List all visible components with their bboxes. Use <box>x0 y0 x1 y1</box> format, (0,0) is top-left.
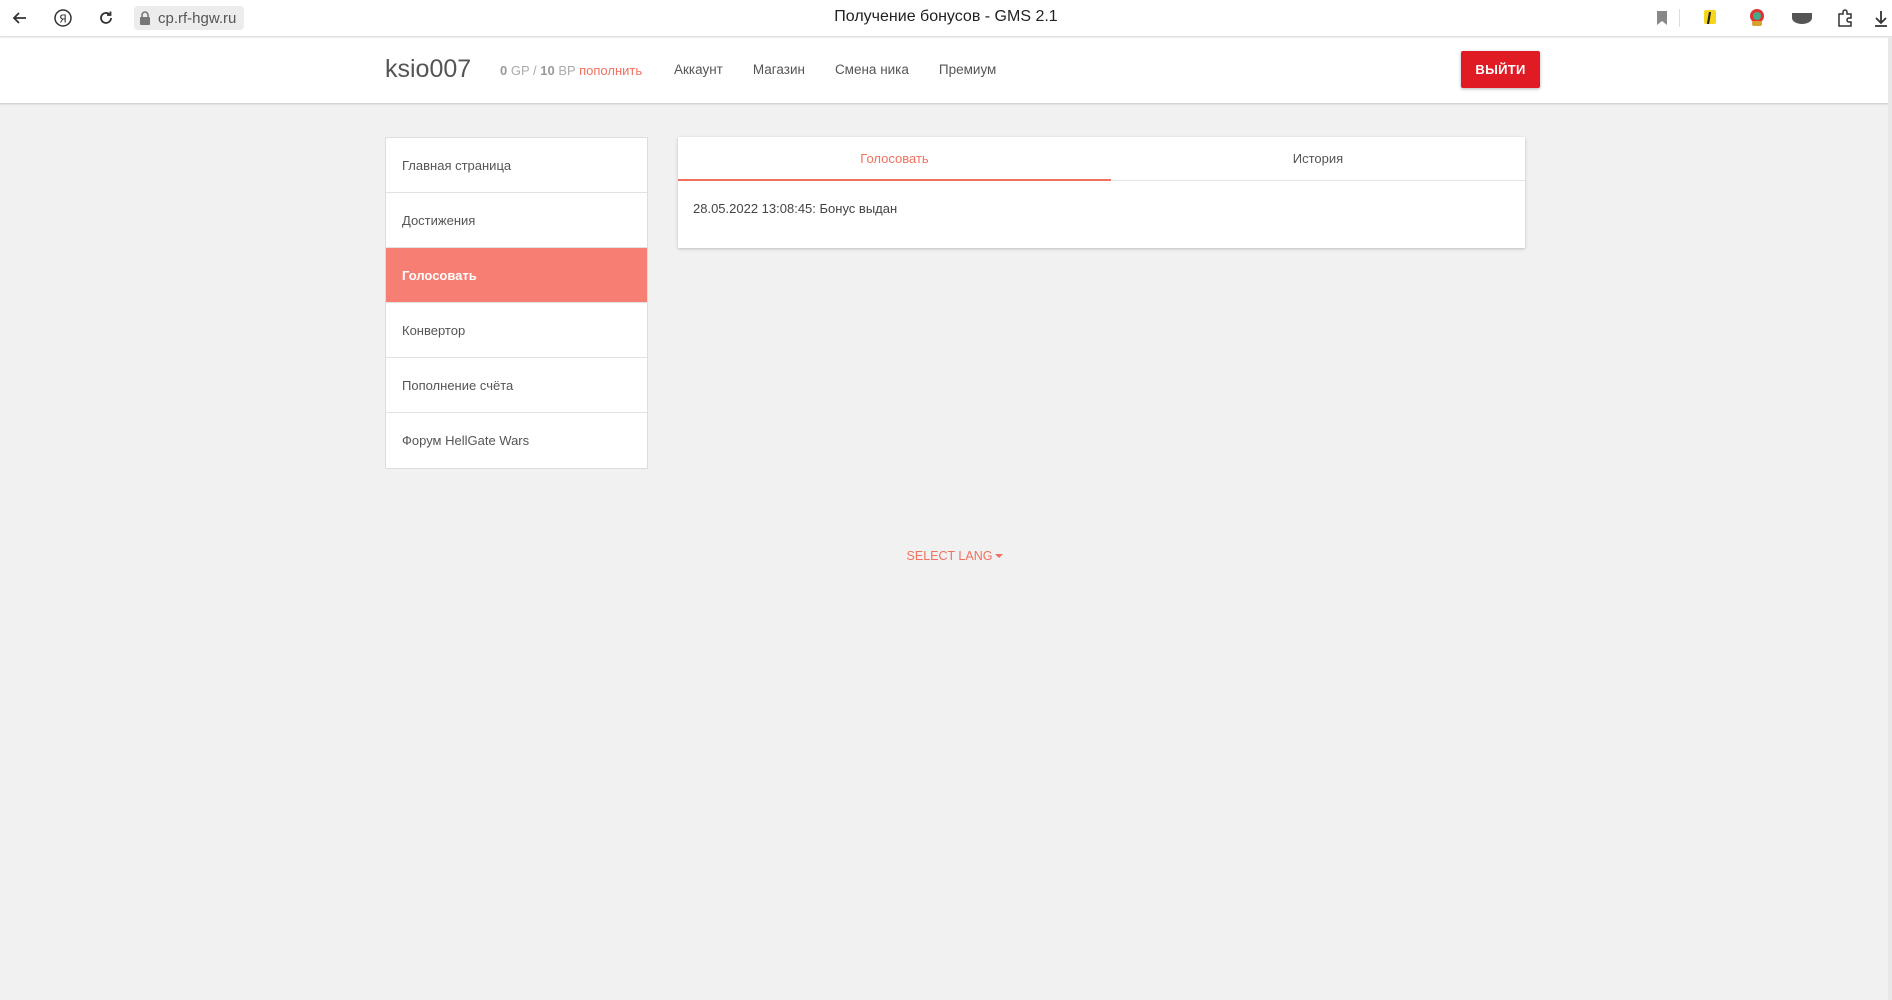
back-button[interactable] <box>6 4 34 32</box>
url-text: cp.rf-hgw.ru <box>158 9 237 27</box>
gp-value: 0 <box>500 63 508 78</box>
tab-bar: Голосовать История <box>678 137 1525 181</box>
sidebar-item-topup[interactable]: Пополнение счёта <box>386 358 647 413</box>
tab-vote[interactable]: Голосовать <box>678 137 1111 180</box>
balance: 0 GP / 10 BP пополнить <box>500 63 642 78</box>
topup-link[interactable]: пополнить <box>579 63 642 78</box>
nav-premium[interactable]: Премиум <box>939 62 996 77</box>
sidebar-item-converter[interactable]: Конвертор <box>386 303 647 358</box>
arrow-left-icon <box>12 12 26 24</box>
extensions-menu-button[interactable] <box>1832 4 1860 32</box>
sidebar-item-forum[interactable]: Форум HellGate Wars <box>386 413 647 468</box>
select-lang-button[interactable]: SELECT LANG <box>907 549 1004 563</box>
browser-toolbar: Я cp.rf-hgw.ru Получение бонусов - GMS 2… <box>0 0 1892 37</box>
extension-gray-icon <box>1792 13 1812 24</box>
page-title: Получение бонусов - GMS 2.1 <box>834 8 1058 25</box>
active-tab-indicator <box>678 179 1111 181</box>
lock-icon <box>140 11 150 25</box>
nav-account[interactable]: Аккаунт <box>674 62 723 77</box>
top-nav: Аккаунт Магазин Смена ника Премиум <box>674 62 996 77</box>
bookmark-button[interactable] <box>1648 4 1676 32</box>
extension-button-2[interactable] <box>1743 4 1771 32</box>
extension-yellow-icon <box>1704 10 1716 25</box>
extension-button-1[interactable] <box>1697 4 1725 32</box>
svg-text:Я: Я <box>59 13 67 26</box>
logout-button[interactable]: ВЫЙТИ <box>1461 51 1540 88</box>
puzzle-icon <box>1838 9 1852 27</box>
bp-value: 10 <box>540 63 555 78</box>
download-icon <box>1875 11 1887 27</box>
language-selector: SELECT LANG <box>0 549 1892 563</box>
site-header: ksio007 0 GP / 10 BP пополнить Аккаунт М… <box>0 38 1892 103</box>
nav-change-nick[interactable]: Смена ника <box>835 62 909 77</box>
username: ksio007 <box>385 55 472 83</box>
balance-separator: / <box>533 63 537 78</box>
toolbar-divider <box>1679 9 1680 27</box>
bookmark-icon <box>1657 11 1667 25</box>
scrollbar[interactable] <box>1888 37 1892 1000</box>
extension-colorful-icon <box>1750 9 1764 26</box>
extension-button-3[interactable] <box>1788 4 1816 32</box>
reload-icon <box>100 11 112 24</box>
bonus-log-entry: 28.05.2022 13:08:45: Бонус выдан <box>693 201 898 216</box>
sidebar-item-home[interactable]: Главная страница <box>386 138 647 193</box>
bp-unit: BP <box>558 63 576 78</box>
nav-shop[interactable]: Магазин <box>753 62 805 77</box>
vote-card: Голосовать История 28.05.2022 13:08:45: … <box>678 137 1525 248</box>
sidebar-item-vote[interactable]: Голосовать <box>386 248 647 303</box>
address-bar[interactable]: cp.rf-hgw.ru <box>134 6 245 30</box>
sidebar: Главная страница Достижения Голосовать К… <box>385 137 648 469</box>
caret-down-icon <box>995 554 1004 558</box>
gp-unit: GP <box>510 63 530 78</box>
tab-history[interactable]: История <box>1111 137 1525 180</box>
downloads-button[interactable] <box>1870 4 1892 32</box>
yandex-logo-icon: Я <box>54 9 72 27</box>
yandex-button[interactable]: Я <box>49 4 77 32</box>
sidebar-item-achievements[interactable]: Достижения <box>386 193 647 248</box>
reload-button[interactable] <box>92 4 120 32</box>
